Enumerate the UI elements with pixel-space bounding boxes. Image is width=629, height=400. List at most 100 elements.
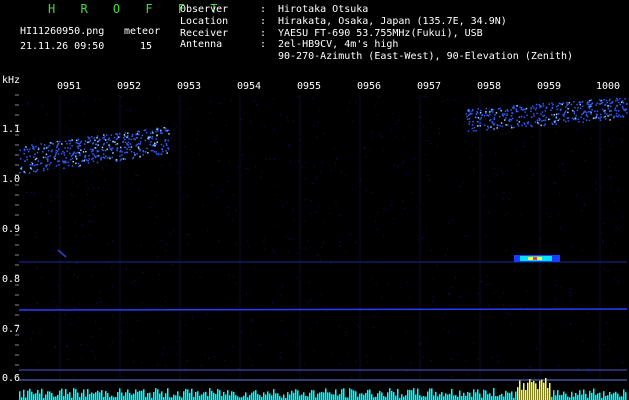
noise-dot [197,130,199,132]
meteor-echo-dot [480,117,483,119]
noise-dot [137,319,139,321]
noise-dot [74,222,76,224]
meteor-echo-dot [91,158,93,161]
noise-dot [623,103,625,105]
noise-dot [531,136,533,138]
amplitude-bar [221,396,223,400]
meteor-echo-dot [576,103,578,106]
meteor-echo-dot [136,136,139,139]
noise-dot [326,311,328,313]
noise-dot [235,243,237,245]
noise-dot [236,305,238,307]
noise-dot [241,331,243,333]
amplitude-bar [361,393,363,400]
meteor-echo-dot [161,148,163,151]
meteor-echo-dot [543,114,545,117]
noise-dot [383,149,385,151]
meteor-echo-dot [540,124,542,127]
noise-dot [122,375,124,377]
noise-dot [313,124,315,126]
meteor-echo-dot [130,150,133,153]
noise-dot [350,234,352,236]
meteor-echo-dot [105,134,108,136]
amplitude-bar [443,396,445,400]
amplitude-bar [603,391,605,400]
noise-dot [38,158,40,160]
meteor-echo-dot [56,145,59,147]
noise-dot [34,193,36,195]
meteor-echo-dot [102,153,105,155]
meteor-echo-dot [157,153,160,156]
noise-dot [425,95,427,97]
noise-dot [269,159,271,161]
noise-dot [385,209,387,211]
meteor-echo-dot [563,115,565,117]
noise-dot [472,169,474,171]
noise-dot [505,133,507,135]
meteor-echo-dot [614,109,616,111]
meteor-echo-dot [622,101,625,104]
noise-dot [521,306,523,308]
noise-dot [186,360,188,362]
noise-dot [350,377,352,379]
meteor-echo-dot [167,139,169,142]
noise-dot [221,190,223,192]
meteor-echo-dot [145,131,148,134]
noise-dot [73,100,75,102]
noise-dot [302,377,304,379]
meteor-echo-dot [117,136,120,138]
meteor-echo-dot [548,103,550,105]
noise-dot [365,156,367,158]
noise-dot [179,111,181,113]
meteor-echo-dot [80,149,82,151]
meteor-echo-dot [603,116,605,119]
meteor-echo-dot [533,107,535,109]
amplitude-bar [93,393,95,400]
meteor-echo-dot [165,150,167,152]
noise-dot [433,296,435,298]
y-tick-label: 1.1 [2,124,21,135]
meteor-echo-dot [88,158,90,160]
meteor-echo-dot [533,115,535,117]
amplitude-bar [421,396,423,400]
meteor-echo-dot [617,115,619,118]
meteor-echo-dot [51,149,53,152]
meteor-echo-dot [112,140,114,143]
meteor-echo-dot [165,142,168,145]
meteor-echo-dot [609,110,611,113]
meteor-echo-dot [94,155,97,158]
meteor-echo-dot [493,118,496,121]
meteor-echo-dot [504,110,507,112]
noise-dot [372,137,374,139]
noise-dot [313,166,315,168]
noise-dot [80,344,82,346]
meteor-echo-dot [625,112,628,114]
amplitude-bar [383,395,385,400]
amplitude-bar [343,388,345,400]
meteor-echo-dot [83,148,86,151]
amplitude-bar [51,393,53,400]
meteor-echo-dot [490,110,492,113]
noise-dot [410,362,412,364]
meteor-echo-dot [615,115,618,117]
noise-dot [586,95,588,97]
noise-dot [317,205,319,207]
noise-dot [196,139,198,141]
noise-dot [363,147,365,149]
meteor-echo-dot [502,115,505,117]
meteor-echo-dot [467,110,469,112]
y-tick-label: 0.6 [2,373,21,384]
noise-dot [614,96,616,98]
noise-dot [30,183,32,185]
amplitude-bar [255,390,257,400]
meteor-echo-dot [40,162,42,165]
amplitude-bar [417,388,419,400]
amplitude-bar [467,392,469,400]
amplitude-bar [75,389,77,400]
noise-dot [141,302,143,304]
meteor-echo-dot [115,143,117,146]
meteor-echo-dot [82,151,85,153]
meteor-echo-dot [25,146,27,148]
meteor-echo-dot [64,140,67,143]
noise-dot [36,302,38,304]
